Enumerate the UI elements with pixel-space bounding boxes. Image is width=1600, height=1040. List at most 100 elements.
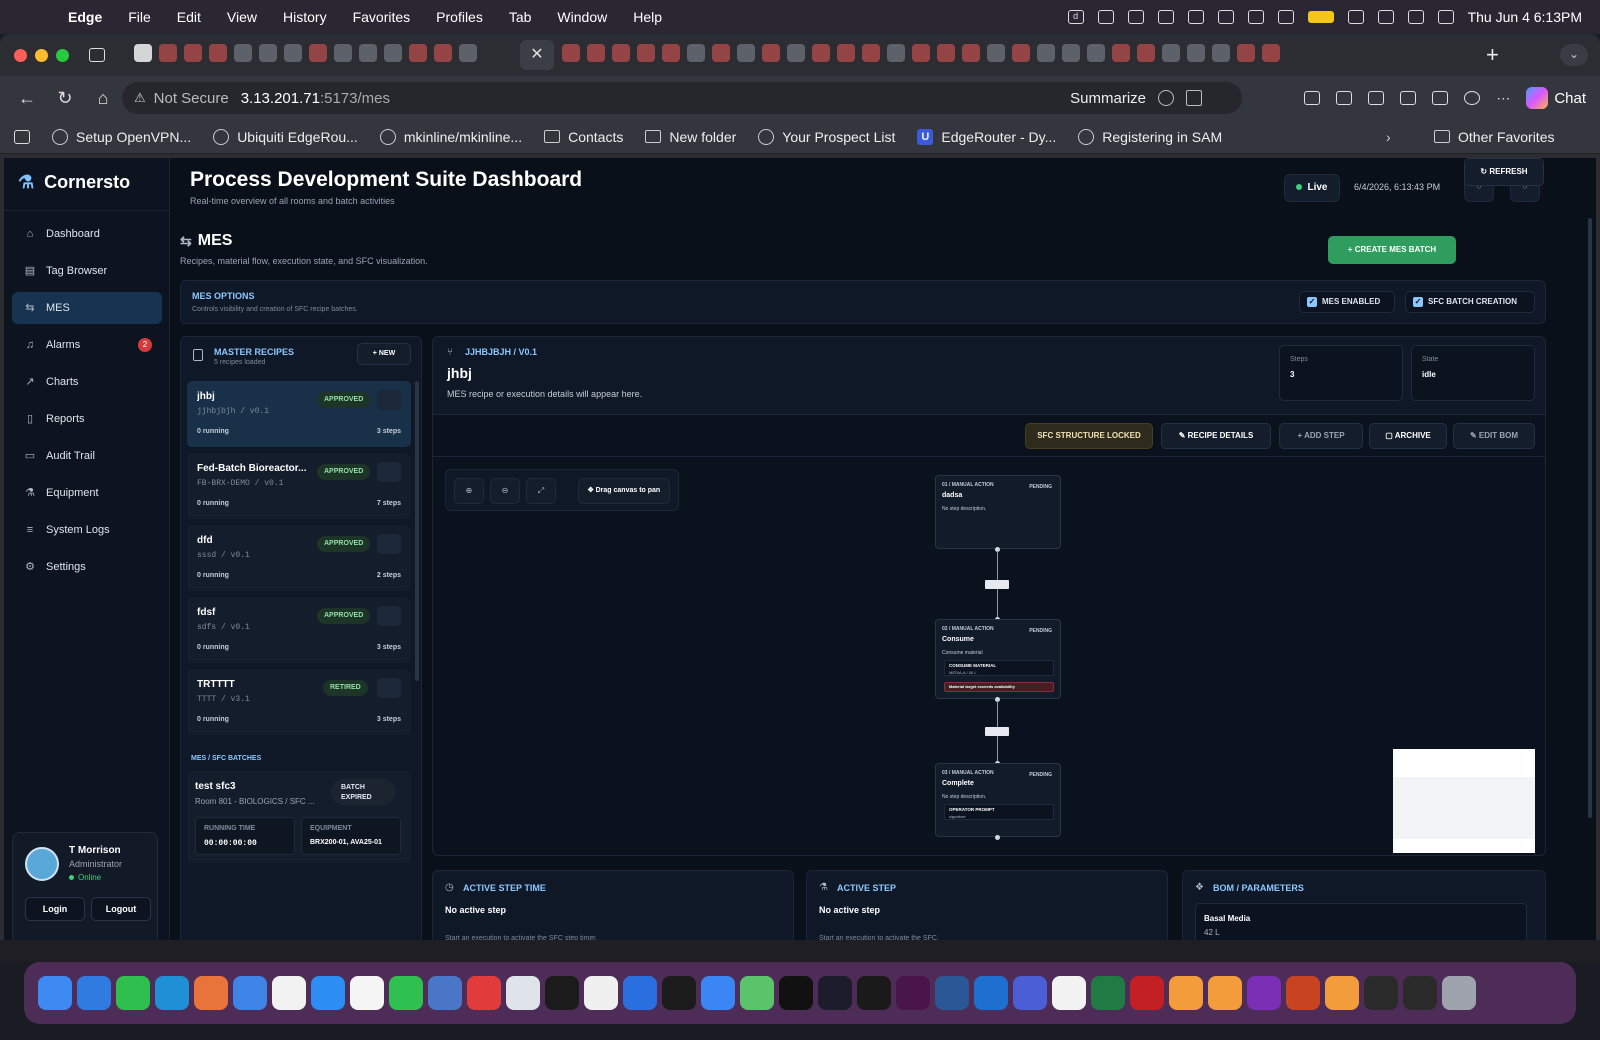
tab-favicon[interactable] <box>334 44 352 62</box>
sidebar-item-alarms[interactable]: ♫ Alarms 2 <box>12 329 162 361</box>
bookmark-item[interactable]: U EdgeRouter - Dy... <box>917 128 1056 145</box>
menu-edit[interactable]: Edit <box>177 9 201 25</box>
drag-to-pan-button[interactable]: ✥ Drag canvas to pan <box>578 478 670 504</box>
tab-favicon[interactable] <box>737 44 755 62</box>
sidebar-item-system-logs[interactable]: ≡ System Logs <box>12 514 162 546</box>
recipe-list-scrollbar[interactable] <box>415 381 419 681</box>
flipboard-icon[interactable] <box>467 976 501 1010</box>
tab-favicon[interactable] <box>587 44 605 62</box>
new-recipe-button[interactable]: + NEW <box>357 343 411 365</box>
tab-favicon[interactable] <box>562 44 580 62</box>
vscode-icon[interactable] <box>974 976 1008 1010</box>
fit-view-button[interactable]: ⤢ <box>526 478 556 504</box>
launchpad-icon[interactable] <box>506 976 540 1010</box>
recipe-action-button[interactable] <box>377 534 401 554</box>
tab-favicon[interactable] <box>409 44 427 62</box>
sfc-step-node[interactable]: 01 / MANUAL ACTION PENDING dadsa No step… <box>935 475 1061 549</box>
word-icon[interactable] <box>935 976 969 1010</box>
tab-favicon[interactable] <box>1237 44 1255 62</box>
transition-chip[interactable] <box>985 727 1009 736</box>
bookmark-item[interactable]: mkinline/mkinline... <box>379 128 522 145</box>
tab-favicon[interactable] <box>1162 44 1180 62</box>
bluetooth-icon[interactable] <box>1247 10 1264 24</box>
recipe-action-button[interactable] <box>377 678 401 698</box>
add-step-button[interactable]: + ADD STEP <box>1279 423 1363 449</box>
tab-favicon[interactable] <box>787 44 805 62</box>
tab-favicon[interactable] <box>662 44 680 62</box>
sidebar-item-equipment[interactable]: ⚗ Equipment <box>12 477 162 509</box>
menu-tab[interactable]: Tab <box>509 9 532 25</box>
chatgpt-icon[interactable] <box>818 976 852 1010</box>
address-bar[interactable]: ⚠ Not Secure 3.13.201.71:5173/mes Summar… <box>122 82 1242 114</box>
tab-actions-icon[interactable] <box>89 48 105 62</box>
tab-favicon[interactable] <box>862 44 880 62</box>
sidebar-item-settings[interactable]: ⚙ Settings <box>12 551 162 583</box>
notes-icon[interactable] <box>1052 976 1086 1010</box>
new-tab-button[interactable]: + <box>1486 42 1499 68</box>
tab-favicon[interactable] <box>134 44 152 62</box>
edge-icon[interactable] <box>155 976 189 1010</box>
url-host[interactable]: 3.13.201.71 <box>241 90 320 107</box>
teams-icon[interactable] <box>1013 976 1047 1010</box>
extension-badge-icon[interactable] <box>1336 91 1353 105</box>
tab-favicon[interactable] <box>812 44 830 62</box>
bookmark-item[interactable]: Your Prospect List <box>758 128 895 145</box>
menu-history[interactable]: History <box>283 9 327 25</box>
powerpoint-icon[interactable] <box>1286 976 1320 1010</box>
transition-chip[interactable] <box>985 580 1009 589</box>
list-item[interactable]: TRTTTT TTTT / v3.1 0 running 3 steps RET… <box>187 669 411 735</box>
tab-favicon[interactable] <box>309 44 327 62</box>
play-icon[interactable] <box>1157 10 1174 24</box>
list-item[interactable]: Fed-Batch Bioreactor... FB-BRX-DEMO / v0… <box>187 453 411 519</box>
summarize-button[interactable]: Summarize <box>1070 90 1146 107</box>
tab-favicon[interactable] <box>987 44 1005 62</box>
app-store-icon[interactable] <box>311 976 345 1010</box>
terminal-icon[interactable] <box>545 976 579 1010</box>
copilot-chat-button[interactable]: Chat <box>1526 87 1586 109</box>
acrobat-icon[interactable] <box>1130 976 1164 1010</box>
menu-help[interactable]: Help <box>633 9 662 25</box>
tab-favicon[interactable] <box>637 44 655 62</box>
recipe-action-button[interactable] <box>377 390 401 410</box>
zoom-window-button[interactable] <box>56 48 69 62</box>
tab-list-chevron-icon[interactable]: ⌄ <box>1560 44 1588 66</box>
extension-us-icon[interactable] <box>1304 91 1321 105</box>
recipe-action-button[interactable] <box>377 462 401 482</box>
reload-icon[interactable]: ↻ <box>54 88 76 109</box>
user-icon[interactable] <box>1187 10 1204 24</box>
bookmarks-overflow-chevron-icon[interactable]: › <box>1386 129 1391 145</box>
sfc-structure-locked-button[interactable]: SFC STRUCTURE LOCKED <box>1025 423 1153 449</box>
profile-icon[interactable] <box>1464 91 1481 105</box>
keyboard-icon[interactable] <box>1277 10 1294 24</box>
wifi-icon[interactable] <box>1347 10 1364 24</box>
tab-favicon[interactable] <box>1037 44 1055 62</box>
login-button[interactable]: Login <box>25 897 85 921</box>
sfc-step-node[interactable]: 03 / MANUAL ACTION PENDING Complete No s… <box>935 763 1061 837</box>
tab-favicon[interactable] <box>887 44 905 62</box>
close-window-button[interactable] <box>14 48 27 62</box>
recipe-action-button[interactable] <box>377 606 401 626</box>
recipe-details-button[interactable]: ✎ RECIPE DETAILS <box>1161 423 1271 449</box>
home-icon[interactable]: ⌂ <box>92 88 114 109</box>
zoom-in-button[interactable]: ⊕ <box>454 478 484 504</box>
sidebar-item-audit-trail[interactable]: ▭ Audit Trail <box>12 440 162 472</box>
finder-icon[interactable] <box>38 976 72 1010</box>
control-center-icon[interactable] <box>1407 10 1424 24</box>
tab-favicon[interactable] <box>1187 44 1205 62</box>
list-item[interactable]: fdsf sdfs / v0.1 0 running 3 steps APPRO… <box>187 597 411 663</box>
tab-favicon[interactable] <box>937 44 955 62</box>
display-icon[interactable] <box>1127 10 1144 24</box>
files-icon[interactable] <box>701 976 735 1010</box>
preview-icon[interactable] <box>428 976 462 1010</box>
sidebar-item-charts[interactable]: ↗ Charts <box>12 366 162 398</box>
browser-essentials-icon[interactable] <box>1432 91 1449 105</box>
tab-favicon[interactable] <box>762 44 780 62</box>
favorite-star-icon[interactable] <box>1186 90 1202 106</box>
activity-monitor-icon[interactable] <box>857 976 891 1010</box>
sidebar-item-mes[interactable]: ⇆ MES <box>12 292 162 324</box>
favorites-icon[interactable] <box>1400 91 1417 105</box>
menu-window[interactable]: Window <box>557 9 607 25</box>
canvas-minimap[interactable] <box>1393 749 1535 853</box>
sidebar-item-reports[interactable]: ▯ Reports <box>12 403 162 435</box>
tab-favicon[interactable] <box>837 44 855 62</box>
